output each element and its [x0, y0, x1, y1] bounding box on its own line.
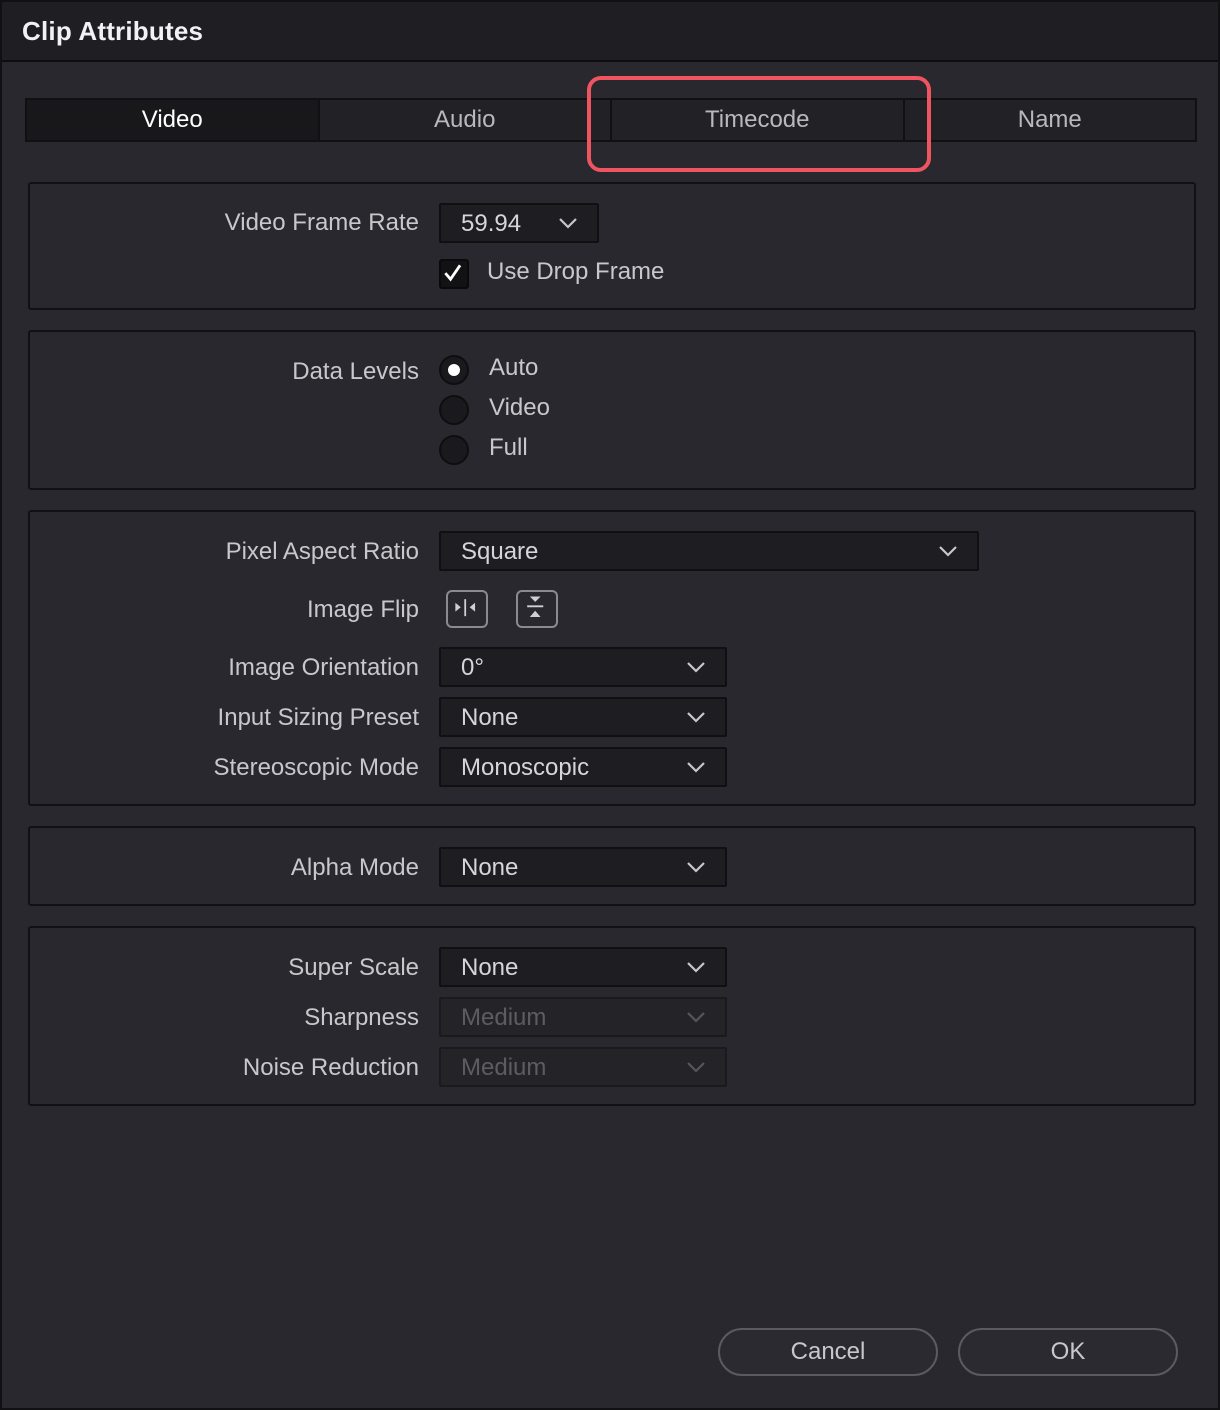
super-scale-label: Super Scale [288, 954, 419, 981]
cancel-button[interactable]: Cancel [718, 1328, 938, 1376]
video-frame-rate-value: 59.94 [461, 210, 522, 237]
tab-name[interactable]: Name [905, 100, 1196, 140]
alpha-mode-label: Alpha Mode [290, 854, 419, 881]
radio-full[interactable] [439, 435, 469, 465]
image-orientation-dropdown[interactable]: 0° [439, 647, 727, 687]
checkmark-icon [444, 264, 462, 282]
dialog-title: Clip Attributes [22, 16, 204, 46]
chevron-down-icon [687, 862, 705, 873]
clip-attributes-dialog: Clip Attributes Video Audio Timecode Nam… [0, 0, 1220, 1410]
noise-reduction-dropdown: Medium [439, 1047, 727, 1087]
tab-audio[interactable]: Audio [320, 100, 612, 140]
chevron-down-icon [687, 712, 705, 723]
title-bar: Clip Attributes [2, 2, 1218, 62]
radio-auto-label: Auto [489, 354, 539, 381]
radio-video[interactable] [439, 395, 469, 425]
pixel-aspect-ratio-label: Pixel Aspect Ratio [225, 538, 419, 565]
chevron-down-icon [939, 546, 957, 557]
video-frame-rate-dropdown[interactable]: 59.94 [439, 203, 599, 243]
noise-reduction-label: Noise Reduction [242, 1054, 419, 1081]
sharpness-label: Sharpness [304, 1004, 419, 1031]
sharpness-dropdown: Medium [439, 997, 727, 1037]
chevron-down-icon [687, 962, 705, 973]
pixel-aspect-ratio-dropdown[interactable]: Square [439, 531, 979, 571]
sharpness-value: Medium [461, 1004, 547, 1031]
flip-horizontal-button[interactable] [446, 590, 488, 628]
ok-button[interactable]: OK [958, 1328, 1178, 1376]
flip-vertical-button[interactable] [516, 590, 558, 628]
video-frame-rate-label: Video Frame Rate [224, 209, 419, 236]
alpha-mode-value: None [461, 854, 519, 881]
stereoscopic-mode-value: Monoscopic [461, 754, 590, 781]
tab-bar: Video Audio Timecode Name [25, 98, 1197, 142]
pixel-aspect-ratio-value: Square [461, 538, 539, 565]
tab-timecode[interactable]: Timecode [612, 100, 905, 140]
frame-rate-panel: Video Frame Rate 59.94 Use Drop Frame [28, 182, 1196, 310]
input-sizing-preset-value: None [461, 704, 519, 731]
image-orientation-label: Image Orientation [228, 654, 419, 681]
chevron-down-icon [687, 762, 705, 773]
radio-full-label: Full [489, 434, 528, 461]
input-sizing-preset-dropdown[interactable]: None [439, 697, 727, 737]
stereoscopic-mode-dropdown[interactable]: Monoscopic [439, 747, 727, 787]
chevron-down-icon [687, 1012, 705, 1023]
data-levels-panel: Data Levels Auto Video Full [28, 330, 1196, 490]
input-sizing-preset-label: Input Sizing Preset [217, 704, 419, 731]
image-orientation-value: 0° [461, 654, 484, 681]
super-scale-value: None [461, 954, 519, 981]
alpha-mode-dropdown[interactable]: None [439, 847, 727, 887]
super-scale-panel: Super Scale None Sharpness Medium Noise … [28, 926, 1196, 1106]
radio-auto[interactable] [439, 355, 469, 385]
image-flip-label: Image Flip [306, 596, 419, 623]
super-scale-dropdown[interactable]: None [439, 947, 727, 987]
data-levels-label: Data Levels [292, 358, 419, 385]
alpha-panel: Alpha Mode None [28, 826, 1196, 906]
flip-horizontal-icon [455, 599, 476, 617]
chevron-down-icon [559, 218, 577, 229]
radio-video-label: Video [489, 394, 550, 421]
flip-vertical-icon [527, 596, 544, 618]
noise-reduction-value: Medium [461, 1054, 547, 1081]
chevron-down-icon [687, 662, 705, 673]
stereoscopic-mode-label: Stereoscopic Mode [213, 754, 419, 781]
chevron-down-icon [687, 1062, 705, 1073]
image-panel: Pixel Aspect Ratio Square Image Flip Ima… [28, 510, 1196, 806]
tab-video[interactable]: Video [27, 100, 320, 140]
use-drop-frame-checkbox[interactable] [439, 259, 469, 289]
use-drop-frame-label: Use Drop Frame [487, 258, 665, 285]
